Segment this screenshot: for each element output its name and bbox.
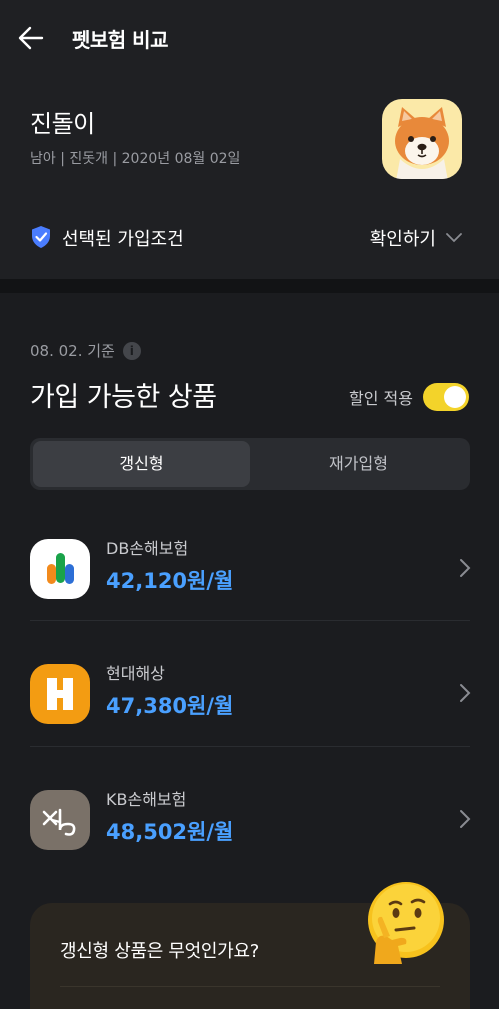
discount-toggle[interactable] [423,383,469,411]
chevron-right-icon [460,559,471,577]
monthly-price: 47,380원/월 [106,694,234,718]
page-title: 펫보험 비교 [72,28,168,52]
confirm-button[interactable]: 확인하기 [370,225,462,251]
product-type-tabs: 갱신형 재가입형 [30,438,470,490]
app-header: 펫보험 비교 [0,0,499,76]
product-section: 08. 02. 기준 i 가입 가능한 상품 할인 적용 갱신형 재가입형 DB… [0,293,499,1009]
pet-summary-section: 펫보험 비교 진돌이 남아 | 진돗개 | 2020년 08월 02일 선택된 … [0,0,499,279]
thinking-face-icon [368,882,444,964]
pet-avatar [382,99,462,179]
company-name: 현대해상 [106,664,165,683]
tab-rejoin[interactable]: 재가입형 [250,441,467,487]
discount-toggle-row: 할인 적용 [349,383,469,411]
chevron-right-icon [460,684,471,702]
faq-question: 갱신형 상품은 무엇인가요? [60,941,259,962]
chevron-right-icon [460,810,471,828]
divider [30,620,470,621]
monthly-price: 48,502원/월 [106,820,234,844]
divider [60,986,440,987]
confirm-label: 확인하기 [369,229,436,250]
discount-label: 할인 적용 [349,389,413,408]
shiba-dog-icon [395,107,449,179]
join-condition-row[interactable]: 선택된 가입조건 확인하기 [30,222,470,254]
info-icon[interactable]: i [122,341,141,360]
product-item-kb[interactable]: KB손해보험 48,502원/월 [0,764,499,890]
reference-date-row: 08. 02. 기준 i [30,340,141,361]
shield-check-icon [32,226,50,248]
monthly-price: 42,120원/월 [106,569,234,593]
hyundai-logo-icon [30,664,90,724]
section-divider [0,279,499,293]
divider [30,746,470,747]
pet-info: 남아 | 진돗개 | 2020년 08월 02일 [30,151,241,167]
join-condition-label: 선택된 가입조건 [62,229,184,250]
tab-renewal[interactable]: 갱신형 [33,441,250,487]
arrow-left-icon [18,26,44,50]
company-name: DB손해보험 [106,539,189,558]
company-name: KB손해보험 [106,790,187,809]
db-logo-icon [30,539,90,599]
back-button[interactable] [16,20,56,56]
toggle-knob [444,386,466,408]
reference-date: 08. 02. 기준 [30,342,115,360]
pet-name: 진돌이 [30,110,95,138]
section-title: 가입 가능한 상품 [30,382,217,413]
chevron-down-icon [446,233,462,243]
kb-logo-icon [30,790,90,850]
